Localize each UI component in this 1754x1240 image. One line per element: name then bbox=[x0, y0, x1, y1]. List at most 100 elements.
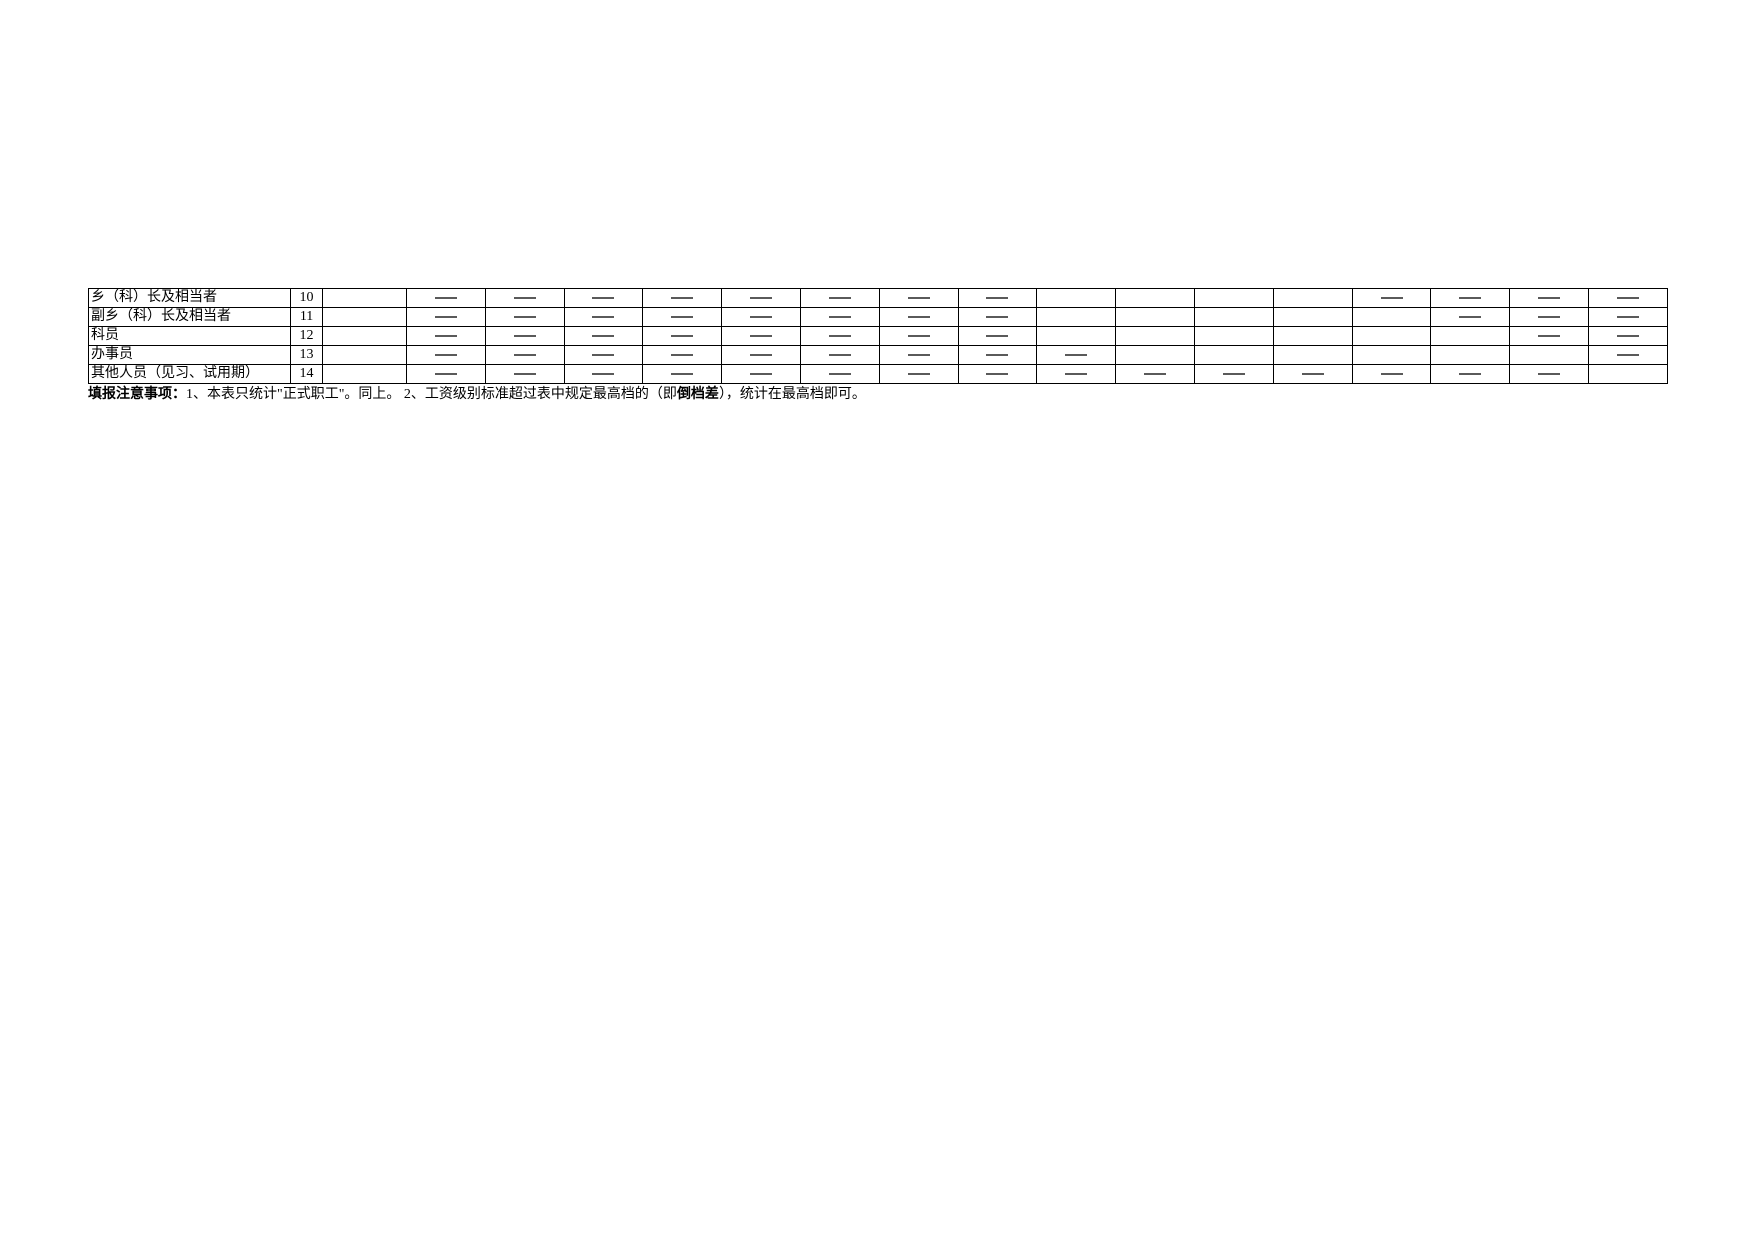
table-row: 办事员13 bbox=[89, 346, 1668, 365]
cell bbox=[1037, 327, 1116, 346]
dash-icon bbox=[908, 335, 930, 337]
dash-icon bbox=[829, 335, 851, 337]
dash-icon bbox=[514, 297, 536, 299]
cell bbox=[1352, 365, 1431, 384]
cell bbox=[1431, 289, 1510, 308]
cell bbox=[1116, 346, 1195, 365]
table-row: 科员12 bbox=[89, 327, 1668, 346]
row-label: 办事员 bbox=[89, 346, 291, 365]
cell bbox=[322, 308, 406, 327]
dash-icon bbox=[514, 373, 536, 375]
cell bbox=[1116, 327, 1195, 346]
dash-icon bbox=[750, 335, 772, 337]
row-number: 10 bbox=[291, 289, 323, 308]
cell bbox=[1352, 308, 1431, 327]
cell bbox=[564, 308, 643, 327]
cell bbox=[958, 308, 1037, 327]
cell bbox=[722, 308, 801, 327]
dash-icon bbox=[1459, 373, 1481, 375]
dash-icon bbox=[514, 335, 536, 337]
cell bbox=[1273, 308, 1352, 327]
cell bbox=[1116, 289, 1195, 308]
cell bbox=[722, 289, 801, 308]
cell bbox=[406, 308, 485, 327]
cell bbox=[406, 327, 485, 346]
dash-icon bbox=[1617, 316, 1639, 318]
cell bbox=[406, 346, 485, 365]
cell bbox=[485, 327, 564, 346]
footnote: 填报注意事项：1、本表只统计"正式职工"。同上。 2、工资级别标准超过表中规定最… bbox=[88, 386, 1668, 404]
dash-icon bbox=[750, 297, 772, 299]
cell bbox=[1195, 327, 1274, 346]
cell bbox=[1589, 289, 1668, 308]
cell bbox=[485, 365, 564, 384]
cell bbox=[1037, 365, 1116, 384]
note-prefix: 填报注意事项： bbox=[88, 387, 186, 402]
dash-icon bbox=[1538, 335, 1560, 337]
dash-icon bbox=[1065, 354, 1087, 356]
cell bbox=[485, 289, 564, 308]
cell bbox=[1352, 327, 1431, 346]
cell bbox=[1195, 308, 1274, 327]
dash-icon bbox=[829, 316, 851, 318]
dash-icon bbox=[671, 297, 693, 299]
cell bbox=[1273, 346, 1352, 365]
cell bbox=[643, 346, 722, 365]
cell bbox=[564, 346, 643, 365]
cell bbox=[643, 365, 722, 384]
table-row: 乡（科）长及相当者10 bbox=[89, 289, 1668, 308]
dash-icon bbox=[986, 335, 1008, 337]
dash-icon bbox=[435, 297, 457, 299]
dash-icon bbox=[592, 354, 614, 356]
dash-icon bbox=[1381, 297, 1403, 299]
dash-icon bbox=[1144, 373, 1166, 375]
cell bbox=[958, 289, 1037, 308]
cell bbox=[958, 346, 1037, 365]
cell bbox=[564, 327, 643, 346]
dash-icon bbox=[1538, 316, 1560, 318]
cell bbox=[643, 289, 722, 308]
cell bbox=[406, 365, 485, 384]
dash-icon bbox=[986, 297, 1008, 299]
cell bbox=[322, 346, 406, 365]
note-emph: 倒档差 bbox=[677, 387, 719, 402]
dash-icon bbox=[592, 335, 614, 337]
row-label: 其他人员（见习、试用期） bbox=[89, 365, 291, 384]
dash-icon bbox=[986, 354, 1008, 356]
dash-icon bbox=[829, 354, 851, 356]
dash-icon bbox=[1617, 335, 1639, 337]
cell bbox=[800, 308, 879, 327]
row-label: 乡（科）长及相当者 bbox=[89, 289, 291, 308]
dash-icon bbox=[908, 373, 930, 375]
cell bbox=[879, 327, 958, 346]
dash-icon bbox=[750, 316, 772, 318]
cell bbox=[879, 308, 958, 327]
row-label: 副乡（科）长及相当者 bbox=[89, 308, 291, 327]
cell bbox=[1431, 346, 1510, 365]
dash-icon bbox=[435, 373, 457, 375]
dash-icon bbox=[1538, 297, 1560, 299]
cell bbox=[1510, 327, 1589, 346]
cell bbox=[1510, 346, 1589, 365]
cell bbox=[643, 327, 722, 346]
dash-icon bbox=[592, 297, 614, 299]
dash-icon bbox=[908, 316, 930, 318]
table-row: 其他人员（见习、试用期）14 bbox=[89, 365, 1668, 384]
dash-icon bbox=[1223, 373, 1245, 375]
note-part2: ），统计在最高档即可。 bbox=[719, 387, 866, 402]
cell bbox=[800, 289, 879, 308]
dash-icon bbox=[592, 373, 614, 375]
dash-icon bbox=[1538, 373, 1560, 375]
cell bbox=[1195, 289, 1274, 308]
cell bbox=[1589, 308, 1668, 327]
cell bbox=[1273, 365, 1352, 384]
cell bbox=[1589, 346, 1668, 365]
cell bbox=[879, 289, 958, 308]
dash-icon bbox=[986, 316, 1008, 318]
note-part1: 1、本表只统计"正式职工"。同上。 2、工资级别标准超过表中规定最高档的（即 bbox=[186, 387, 677, 402]
dash-icon bbox=[829, 373, 851, 375]
cell bbox=[722, 346, 801, 365]
cell bbox=[1037, 289, 1116, 308]
dash-icon bbox=[671, 373, 693, 375]
cell bbox=[1037, 346, 1116, 365]
